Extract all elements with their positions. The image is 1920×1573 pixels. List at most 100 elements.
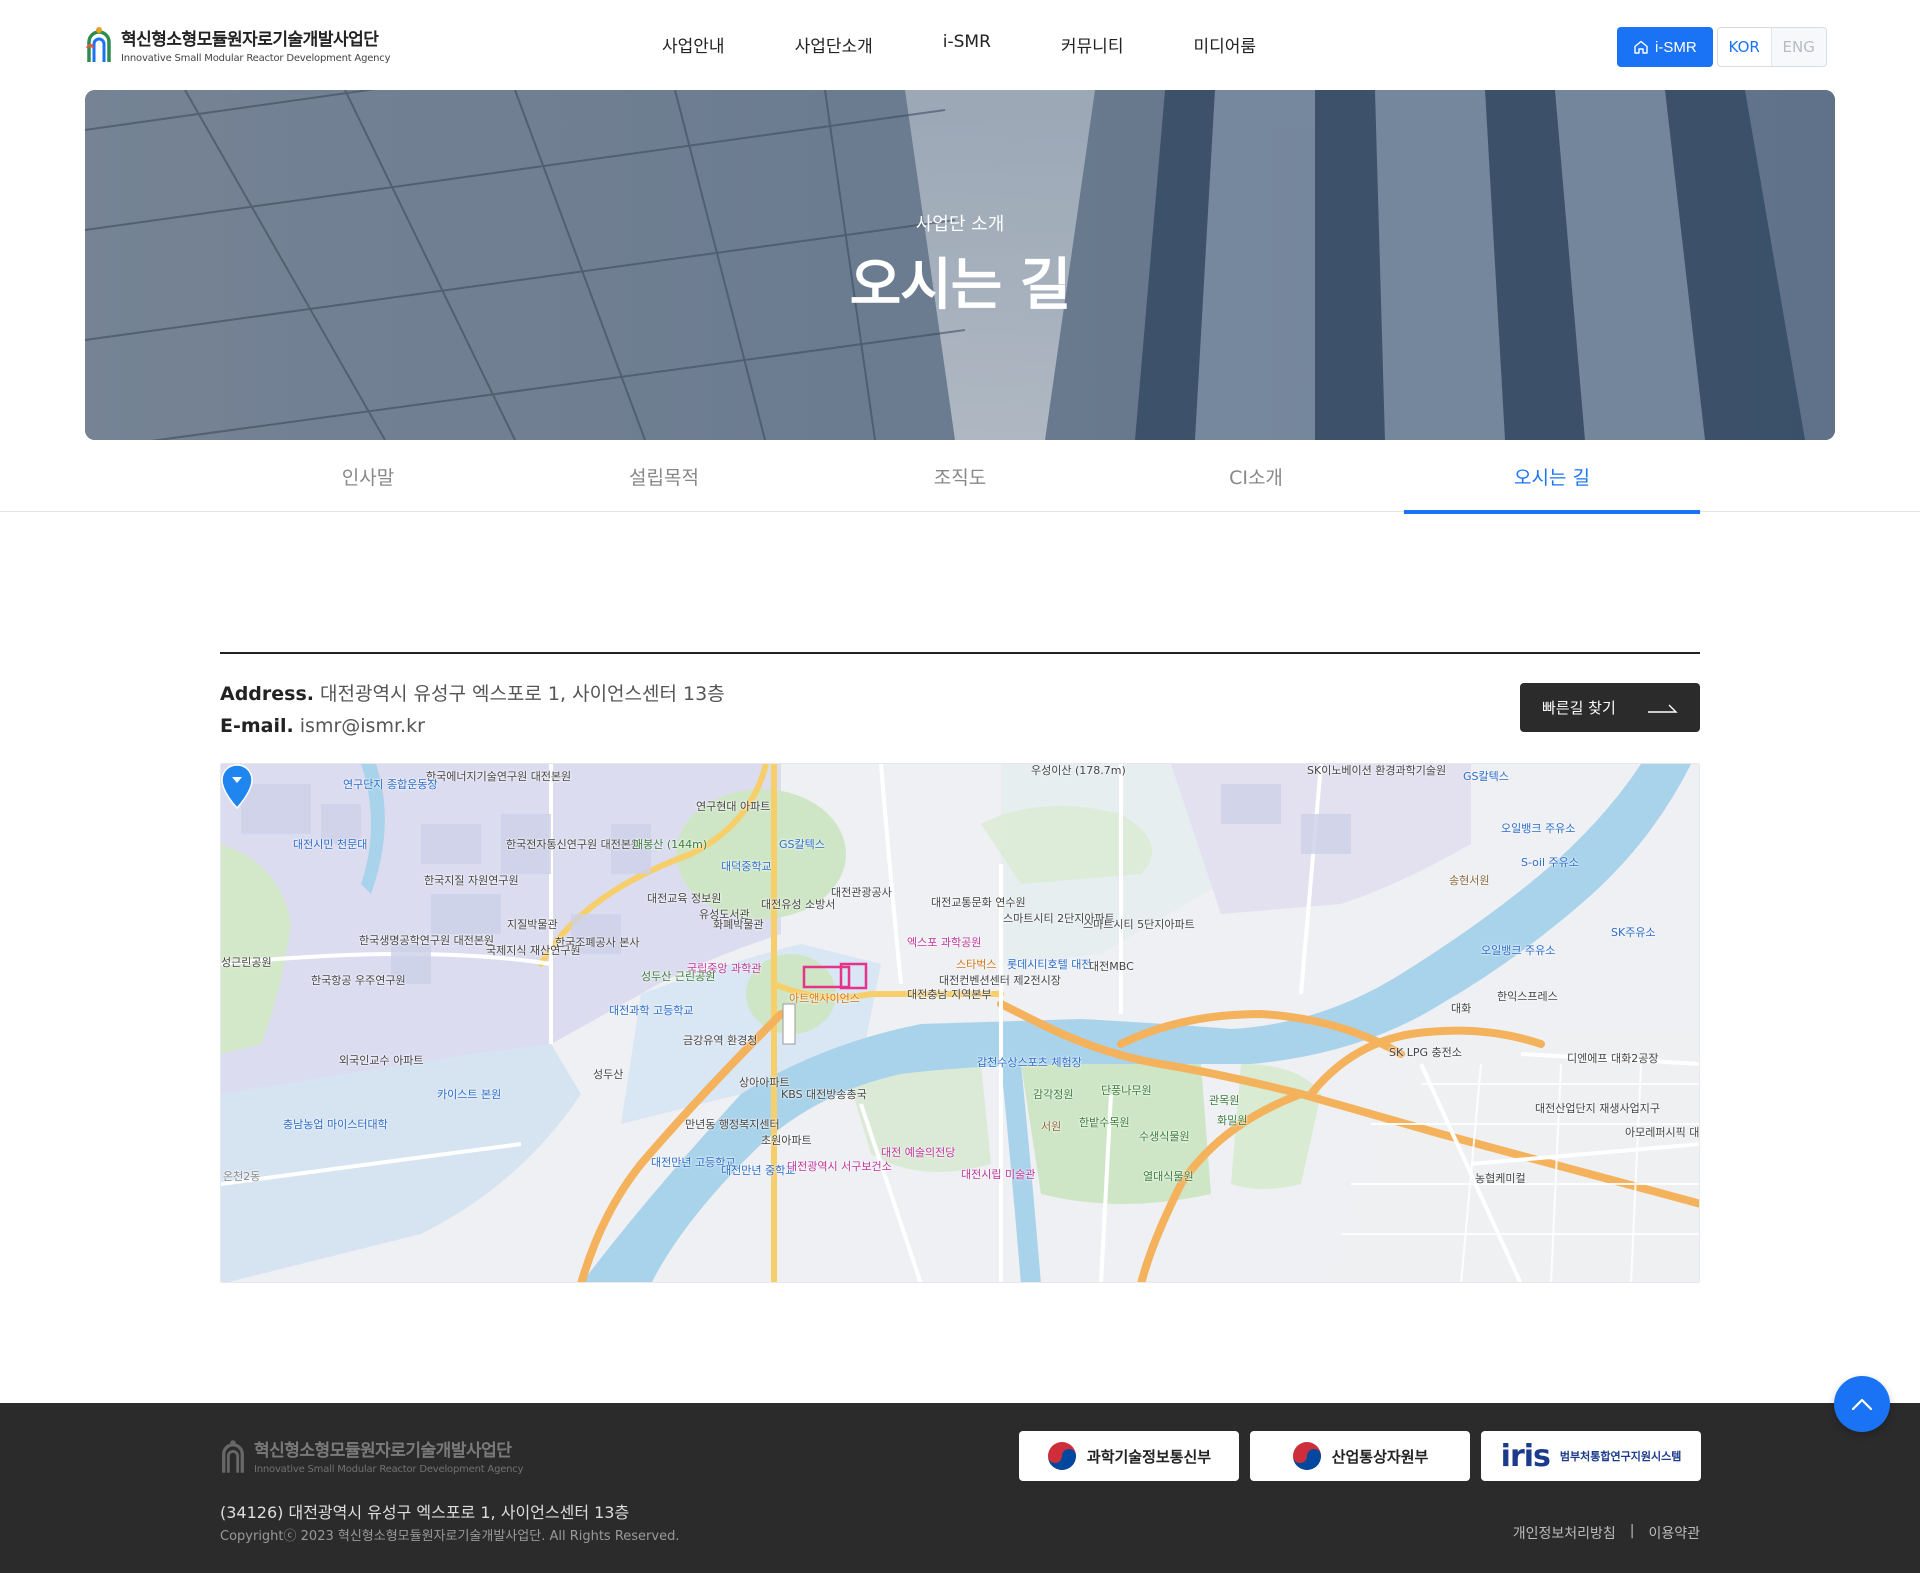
- map-label: 감각정원: [1033, 1088, 1074, 1101]
- arrow-right-icon: [1648, 704, 1678, 713]
- arrow-up-icon: [1851, 1398, 1873, 1411]
- map-label: 한국전자통신연구원 대전본원: [506, 838, 642, 851]
- email-value[interactable]: ismr@ismr.kr: [300, 715, 425, 737]
- map-label: 대전MBC: [1089, 960, 1134, 973]
- address-label: Address.: [220, 683, 314, 705]
- map-label: 대덕중학교: [721, 860, 772, 873]
- header-utility: i-SMR KOR ENG: [1617, 27, 1827, 67]
- banner-msit[interactable]: 과학기술정보통신부: [1019, 1431, 1239, 1481]
- tab-organization[interactable]: 조직도: [812, 440, 1108, 512]
- map-label: 오일뱅크 주유소: [1481, 944, 1556, 957]
- banner-motie[interactable]: 산업통상자원부: [1250, 1431, 1470, 1481]
- ismr-home-button[interactable]: i-SMR: [1617, 27, 1713, 67]
- map-label: 화밀원: [1217, 1114, 1248, 1127]
- tab-ci[interactable]: CI소개: [1108, 440, 1404, 512]
- map-label: 서원: [1041, 1120, 1062, 1133]
- privacy-policy-link[interactable]: 개인정보처리방침: [1513, 1523, 1616, 1543]
- terms-link[interactable]: 이용약관: [1648, 1523, 1700, 1543]
- taegeuk-icon: [1047, 1442, 1076, 1470]
- lang-eng[interactable]: ENG: [1771, 28, 1826, 66]
- map-label: 연구현대 아파트: [696, 800, 771, 813]
- contact-info: Address. 대전광역시 유성구 엑스포로 1, 사이언스센터 13층 E-…: [220, 678, 725, 742]
- site-footer: 혁신형소형모듈원자로기술개발사업단 Innovative Small Modul…: [0, 1403, 1920, 1573]
- footer-address: (34126) 대전광역시 유성구 엑스포로 1, 사이언스센터 13층: [220, 1503, 630, 1522]
- map-pin-icon[interactable]: [221, 764, 253, 810]
- map-label: 갑천수상스포츠 체험장: [977, 1056, 1082, 1069]
- map-label: 한밭수목원: [1079, 1116, 1130, 1129]
- map-label: 대전산업단지 재생사업지구: [1535, 1102, 1660, 1115]
- map-label: 농협케미컬: [1475, 1172, 1526, 1185]
- map-label: 단풍나무원: [1101, 1084, 1152, 1097]
- site-logo[interactable]: 혁신형소형모듈원자로기술개발사업단 Innovative Small Modul…: [85, 24, 391, 64]
- map-label: 연구단지 종합운동장: [343, 778, 438, 791]
- banner-msit-label: 과학기술정보통신부: [1086, 1447, 1212, 1466]
- map-label: S-oil 주유소: [1521, 856, 1579, 869]
- map-label: 성근린공원: [221, 956, 272, 969]
- hero-subtitle: 사업단 소개: [915, 214, 1005, 235]
- section-divider: [220, 652, 1700, 654]
- main-nav: 사업안내 사업단소개 i-SMR 커뮤니티 미디어룸: [662, 32, 1256, 57]
- map-label: 성두산 근린공원: [641, 970, 716, 983]
- map-label: 대전시립 미술관: [961, 1168, 1036, 1181]
- map-label: 한국생명공학연구원 대전본원: [359, 934, 495, 947]
- map-label: 한국항공 우주연구원: [311, 974, 406, 987]
- map-label: 대전과학 고등학교: [609, 1004, 694, 1017]
- lang-kor[interactable]: KOR: [1718, 28, 1772, 66]
- map-label: GS칼텍스: [779, 838, 825, 851]
- map-label: 금강유역 환경청: [683, 1034, 758, 1047]
- address-value: 대전광역시 유성구 엑스포로 1, 사이언스센터 13층: [320, 683, 725, 705]
- map-label: 오일뱅크 주유소: [1501, 822, 1576, 835]
- map-label: 엑스포 과학공원: [907, 936, 982, 949]
- page-title: 오시는 길: [849, 253, 1072, 318]
- map-label: 한국조폐공사 본사: [555, 936, 640, 949]
- nav-item-business-info[interactable]: 사업안내: [662, 32, 725, 57]
- map-label: 충남농업 마이스터대학: [283, 1118, 388, 1131]
- iris-logo: iris: [1500, 1438, 1551, 1474]
- map-label: 온천2동: [223, 1170, 261, 1183]
- address-row: Address. 대전광역시 유성구 엑스포로 1, 사이언스센터 13층: [220, 678, 725, 710]
- map-label: 수생식물원: [1139, 1130, 1190, 1143]
- tab-greeting[interactable]: 인사말: [220, 440, 516, 512]
- footer-link-separator: |: [1629, 1523, 1635, 1539]
- footer-banners: 과학기술정보통신부 산업통상자원부 iris 범부처통합연구지원시스템: [1019, 1431, 1701, 1481]
- map-label: 스타벅스: [956, 958, 997, 971]
- map-label: SK주유소: [1611, 926, 1656, 939]
- map-label: 송현서원: [1449, 874, 1490, 887]
- map-label: 열대식물원: [1143, 1170, 1194, 1183]
- email-row: E-mail. ismr@ismr.kr: [220, 710, 725, 742]
- map-label: 관목원: [1209, 1094, 1240, 1107]
- map-label: 매봉산 (144m): [633, 838, 708, 851]
- map-label: 대전유성 소방서: [761, 898, 836, 911]
- map-label: 대화: [1451, 1002, 1472, 1015]
- tab-directions[interactable]: 오시는 길: [1404, 440, 1700, 514]
- nav-item-media-room[interactable]: 미디어룸: [1193, 32, 1256, 57]
- quick-route-label: 빠른길 찾기: [1542, 699, 1616, 717]
- nav-item-ismr[interactable]: i-SMR: [943, 32, 991, 57]
- map-label: 디엔에프 대화2공장: [1567, 1052, 1659, 1065]
- map-label: 성두산: [593, 1068, 624, 1081]
- map-label: 한익스프레스: [1497, 990, 1558, 1003]
- map-label: 대전 예술의전당: [881, 1146, 956, 1159]
- nav-item-community[interactable]: 커뮤니티: [1061, 32, 1124, 57]
- map-canvas: [221, 764, 1699, 1282]
- quick-route-button[interactable]: 빠른길 찾기: [1520, 683, 1700, 732]
- logo-subtitle: Innovative Small Modular Reactor Develop…: [121, 52, 391, 64]
- page-hero: 사업단 소개 오시는 길: [85, 90, 1835, 440]
- location-map[interactable]: 한국에너지기술연구원 대전본원 연구단지 종합운동장 대전시민 천문대 한국전자…: [220, 763, 1700, 1283]
- map-label: 지질박물관: [507, 918, 558, 931]
- banner-motie-label: 산업통상자원부: [1331, 1447, 1429, 1466]
- map-label: 대전시민 천문대: [293, 838, 368, 851]
- map-label: 스마트시티 5단지아파트: [1083, 918, 1195, 931]
- logo-mark-icon: [222, 1439, 244, 1473]
- nav-item-agency-intro[interactable]: 사업단소개: [795, 32, 873, 57]
- footer-logo: 혁신형소형모듈원자로기술개발사업단 Innovative Small Modul…: [220, 1436, 524, 1475]
- scroll-top-button[interactable]: [1834, 1376, 1890, 1432]
- footer-links: 개인정보처리방침 | 이용약관: [1513, 1523, 1700, 1543]
- footer-logo-title: 혁신형소형모듈원자로기술개발사업단: [254, 1441, 512, 1461]
- tab-purpose[interactable]: 설립목적: [516, 440, 812, 512]
- map-label: GS칼텍스: [1463, 770, 1509, 783]
- email-label: E-mail.: [220, 715, 294, 737]
- banner-iris[interactable]: iris 범부처통합연구지원시스템: [1481, 1431, 1701, 1481]
- language-switch: KOR ENG: [1716, 27, 1827, 67]
- map-label: 롯데시티호텔 대전: [1007, 958, 1092, 971]
